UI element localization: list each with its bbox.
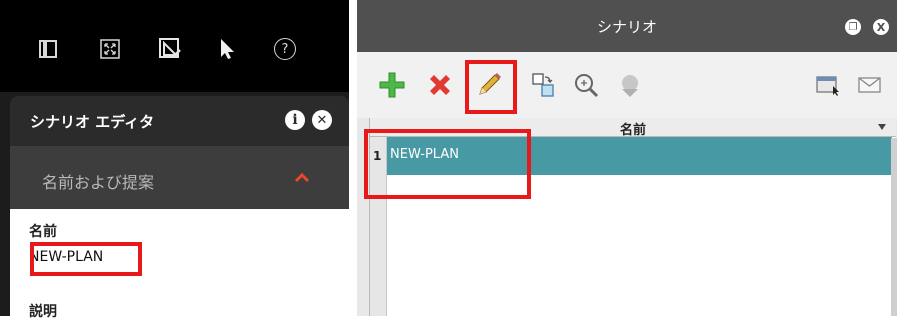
panel-close-icon[interactable]: X: [873, 19, 889, 35]
edit-shape-icon[interactable]: [155, 34, 185, 64]
fit-extent-icon[interactable]: [95, 34, 125, 64]
editor-title: シナリオ エディタ: [30, 113, 155, 131]
help-glyph: ?: [274, 38, 296, 60]
edit-highlight-box: [465, 60, 517, 114]
scenario-title-bar: シナリオ ❐ X: [357, 0, 897, 52]
scenario-grid: 名前 1 NEW-PLAN: [364, 118, 896, 316]
help-icon[interactable]: ?: [270, 34, 300, 64]
window-icon[interactable]: [809, 66, 847, 104]
name-highlight-box: [30, 242, 142, 276]
editor-header: シナリオ エディタ i ✕: [10, 96, 349, 146]
section-label: 名前および提案: [42, 173, 155, 192]
name-and-proposal-section[interactable]: 名前および提案: [10, 146, 349, 209]
panel-divider: [349, 0, 357, 316]
name-label: 名前: [29, 224, 57, 240]
chevron-up-icon[interactable]: [294, 170, 310, 184]
float-window-icon[interactable]: ❐: [845, 19, 861, 35]
row-highlight-box: [364, 129, 531, 199]
info-icon[interactable]: i: [285, 110, 305, 130]
vertical-scrollbar[interactable]: [891, 138, 897, 316]
delete-icon[interactable]: [421, 66, 459, 104]
scenario-panel: シナリオ ❐ X 名前 1 NEW-PLAN: [357, 0, 897, 316]
zoom-to-icon[interactable]: [567, 66, 605, 104]
panel-icon[interactable]: [33, 34, 63, 64]
add-icon[interactable]: [373, 66, 411, 104]
scenario-editor-panel: ? シナリオ エディタ i ✕ 名前および提案 名前 NEW-PLAN 説明: [0, 0, 349, 320]
erase-icon[interactable]: [611, 66, 649, 104]
scenario-toolbar: [357, 52, 897, 118]
table-row[interactable]: 1 NEW-PLAN: [364, 129, 896, 199]
top-toolbar: ?: [0, 0, 349, 92]
scenario-form: 名前 NEW-PLAN 説明: [10, 209, 349, 320]
pointer-icon[interactable]: [212, 34, 242, 64]
description-label: 説明: [29, 304, 57, 320]
close-icon[interactable]: ✕: [312, 110, 332, 130]
copy-icon[interactable]: [525, 66, 563, 104]
panel-title: シナリオ: [596, 18, 657, 36]
sort-dropdown-icon[interactable]: [878, 124, 886, 130]
mail-icon[interactable]: [851, 66, 889, 104]
